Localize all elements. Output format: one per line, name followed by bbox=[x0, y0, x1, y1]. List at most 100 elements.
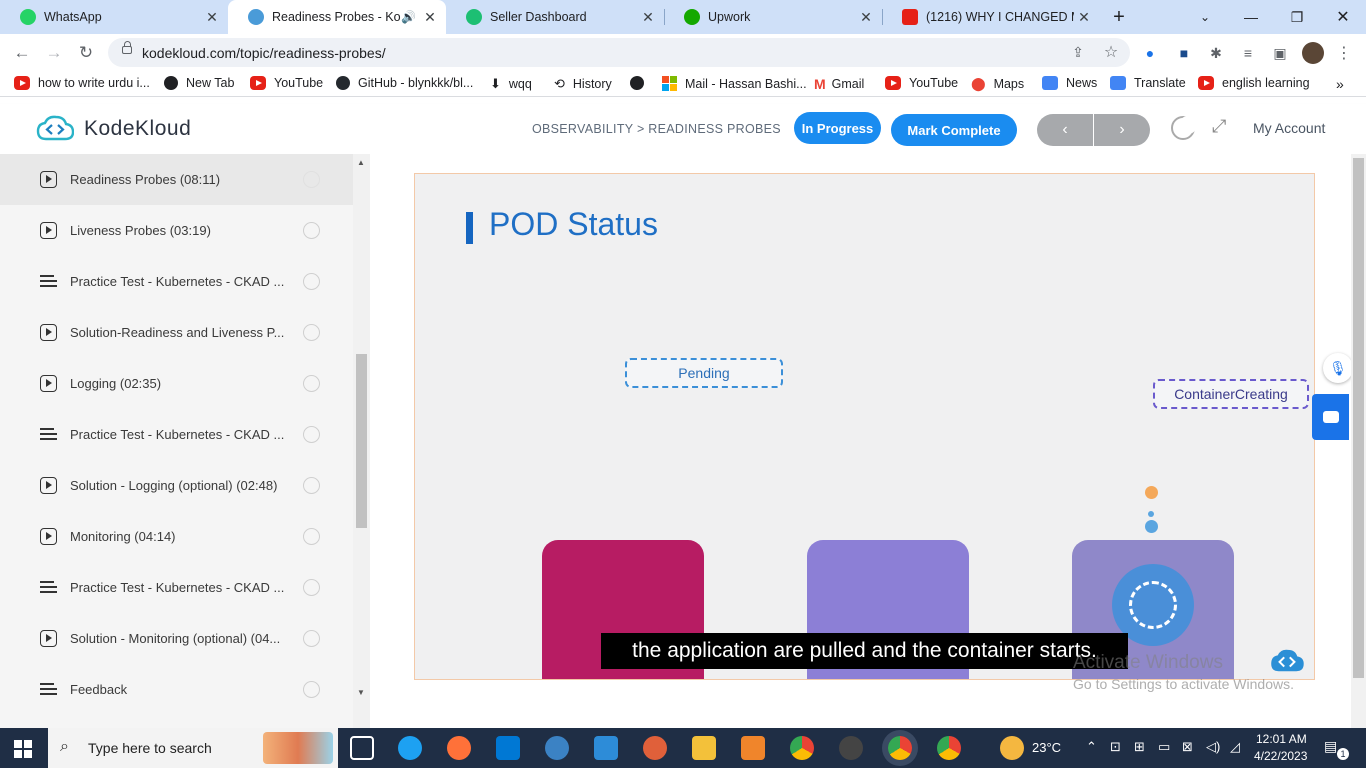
reload-icon[interactable]: ↻ bbox=[73, 40, 99, 66]
task-view-icon[interactable] bbox=[350, 736, 374, 760]
lesson-item[interactable]: Monitoring (04:14) bbox=[0, 511, 353, 562]
network-icon[interactable]: ⊡ bbox=[1110, 739, 1121, 755]
dark-mode-toggle-icon[interactable] bbox=[1171, 116, 1197, 140]
close-tab-icon[interactable]: ✕ bbox=[856, 9, 876, 26]
tab-youtube[interactable]: (1216) WHY I CHANGED MY ✕ bbox=[882, 0, 1100, 34]
bookmark-item[interactable]: Mail - Hassan Bashi... bbox=[662, 76, 807, 91]
lesson-item[interactable]: Liveness Probes (03:19) bbox=[0, 205, 353, 256]
app-icon[interactable] bbox=[741, 736, 765, 760]
in-progress-badge[interactable]: In Progress bbox=[794, 112, 881, 144]
close-window-icon[interactable]: ✕ bbox=[1320, 0, 1366, 34]
scroll-down-arrow-icon[interactable]: ▼ bbox=[357, 688, 365, 697]
extensions-puzzle-icon[interactable]: ✱ bbox=[1206, 43, 1226, 63]
restore-icon[interactable]: ❐ bbox=[1274, 0, 1320, 34]
lesson-item[interactable]: Feedback bbox=[0, 664, 353, 715]
lesson-item[interactable]: Practice Test - Kubernetes - CKAD ... bbox=[0, 409, 353, 460]
voice-input-icon[interactable]: 🎙 bbox=[1323, 353, 1353, 383]
close-tab-icon[interactable]: ✕ bbox=[420, 9, 440, 26]
chrome-icon[interactable] bbox=[790, 736, 814, 760]
sidebar-scroll-thumb[interactable] bbox=[356, 354, 367, 528]
bookmark-item[interactable]: YouTube bbox=[250, 76, 323, 90]
bookmark-item[interactable]: New Tab bbox=[164, 76, 234, 90]
tab-upwork[interactable]: Upwork ✕ bbox=[664, 0, 882, 34]
more-bookmarks-icon[interactable]: » bbox=[1336, 76, 1344, 92]
bookmark-item[interactable]: News bbox=[1042, 76, 1097, 90]
download-extension-icon[interactable]: ■ bbox=[1174, 43, 1194, 63]
completion-circle-icon[interactable] bbox=[303, 171, 320, 188]
bookmark-item[interactable]: Translate bbox=[1110, 76, 1186, 90]
notification-center-icon[interactable]: ▤ bbox=[1324, 738, 1337, 755]
url-text[interactable]: kodekloud.com/topic/readiness-probes/ bbox=[142, 45, 386, 61]
bookmark-item[interactable]: ⬇ wqq bbox=[490, 76, 532, 92]
bookmark-item[interactable]: YouTube bbox=[885, 76, 958, 90]
weather-temperature[interactable]: 23°C bbox=[1032, 740, 1061, 755]
completion-circle-icon[interactable] bbox=[303, 324, 320, 341]
tray-icon[interactable]: ▭ bbox=[1158, 739, 1170, 755]
tab-whatsapp[interactable]: WhatsApp ✕ bbox=[0, 0, 228, 34]
bookmark-item[interactable]: ⬤ Maps bbox=[971, 76, 1024, 92]
wifi-icon[interactable]: ◿ bbox=[1230, 739, 1240, 755]
firefox-icon[interactable] bbox=[447, 736, 471, 760]
chrome-profile-icon[interactable] bbox=[937, 736, 961, 760]
tab-readiness-probes[interactable]: Readiness Probes - Kode 🔊 ✕ bbox=[228, 0, 446, 34]
minimize-icon[interactable]: — bbox=[1228, 0, 1274, 34]
side-panel-icon[interactable]: ▣ bbox=[1270, 43, 1290, 63]
lesson-item[interactable]: Solution - Logging (optional) (02:48) bbox=[0, 460, 353, 511]
mark-complete-button[interactable]: Mark Complete bbox=[891, 114, 1017, 146]
bookmark-item[interactable]: english learning bbox=[1198, 76, 1310, 90]
page-scroll-thumb[interactable] bbox=[1353, 158, 1364, 678]
fullscreen-icon[interactable]: ⤢ bbox=[1212, 116, 1226, 137]
bookmark-item[interactable] bbox=[630, 76, 644, 90]
clock-date[interactable]: 4/22/2023 bbox=[1254, 749, 1307, 763]
completion-circle-icon[interactable] bbox=[303, 630, 320, 647]
next-lesson-button[interactable]: › bbox=[1094, 114, 1150, 146]
app-icon[interactable] bbox=[545, 736, 569, 760]
completion-circle-icon[interactable] bbox=[303, 528, 320, 545]
lesson-item[interactable]: Practice Test - Kubernetes - CKAD ... bbox=[0, 256, 353, 307]
volume-icon[interactable]: ◁) bbox=[1206, 739, 1220, 755]
video-player[interactable]: POD Status Pending ContainerCreating bbox=[414, 173, 1315, 680]
completion-circle-icon[interactable] bbox=[303, 222, 320, 239]
tab-search-icon[interactable]: ⌄ bbox=[1182, 0, 1228, 34]
completion-circle-icon[interactable] bbox=[303, 375, 320, 392]
windows-start-icon[interactable] bbox=[14, 740, 32, 758]
bookmark-item[interactable]: GitHub - blynkkk/bl... bbox=[336, 76, 473, 90]
lesson-item[interactable]: Readiness Probes (08:11) bbox=[0, 154, 353, 205]
microphone-extension-icon[interactable]: ● bbox=[1140, 43, 1160, 63]
weather-icon[interactable] bbox=[1000, 736, 1024, 760]
new-tab-button[interactable]: + bbox=[1096, 0, 1142, 34]
lesson-item[interactable]: Logging (02:35) bbox=[0, 358, 353, 409]
completion-circle-icon[interactable] bbox=[303, 273, 320, 290]
completion-circle-icon[interactable] bbox=[303, 681, 320, 698]
back-icon[interactable]: ← bbox=[9, 40, 35, 66]
tray-icon[interactable]: ⊞ bbox=[1134, 739, 1145, 755]
lesson-item[interactable]: Practice Test - Kubernetes - CKAD ... bbox=[0, 562, 353, 613]
mail-icon[interactable] bbox=[594, 736, 618, 760]
bookmark-item[interactable]: ⟲ History bbox=[554, 76, 612, 92]
site-logo-text[interactable]: KodeKloud bbox=[84, 117, 191, 141]
close-tab-icon[interactable]: ✕ bbox=[1074, 9, 1094, 26]
address-bar[interactable]: kodekloud.com/topic/readiness-probes/ ⇪ … bbox=[108, 38, 1130, 67]
forward-icon[interactable]: → bbox=[41, 40, 67, 66]
store-icon[interactable] bbox=[496, 736, 520, 760]
chrome-profile-icon[interactable] bbox=[888, 736, 912, 760]
lesson-item[interactable]: Solution-Readiness and Liveness P... bbox=[0, 307, 353, 358]
audio-playing-icon[interactable]: 🔊 bbox=[401, 10, 416, 24]
my-account-link[interactable]: My Account bbox=[1253, 120, 1325, 136]
tab-seller-dashboard[interactable]: Seller Dashboard ✕ bbox=[446, 0, 664, 34]
chrome-menu-icon[interactable]: ⋮ bbox=[1334, 43, 1354, 63]
edge-icon[interactable] bbox=[398, 736, 422, 760]
close-tab-icon[interactable]: ✕ bbox=[202, 9, 222, 26]
previous-lesson-button[interactable]: ‹ bbox=[1037, 114, 1093, 146]
bookmark-star-icon[interactable]: ☆ bbox=[1101, 42, 1121, 62]
lesson-item[interactable]: Solution - Monitoring (optional) (04... bbox=[0, 613, 353, 664]
file-explorer-icon[interactable] bbox=[692, 736, 716, 760]
completion-circle-icon[interactable] bbox=[303, 477, 320, 494]
camera-app-icon[interactable] bbox=[839, 736, 863, 760]
close-tab-icon[interactable]: ✕ bbox=[638, 9, 658, 26]
clock-time[interactable]: 12:01 AM bbox=[1256, 732, 1307, 746]
profile-avatar[interactable] bbox=[1302, 42, 1324, 64]
completion-circle-icon[interactable] bbox=[303, 426, 320, 443]
scroll-up-arrow-icon[interactable]: ▲ bbox=[357, 158, 365, 167]
app-icon[interactable] bbox=[643, 736, 667, 760]
